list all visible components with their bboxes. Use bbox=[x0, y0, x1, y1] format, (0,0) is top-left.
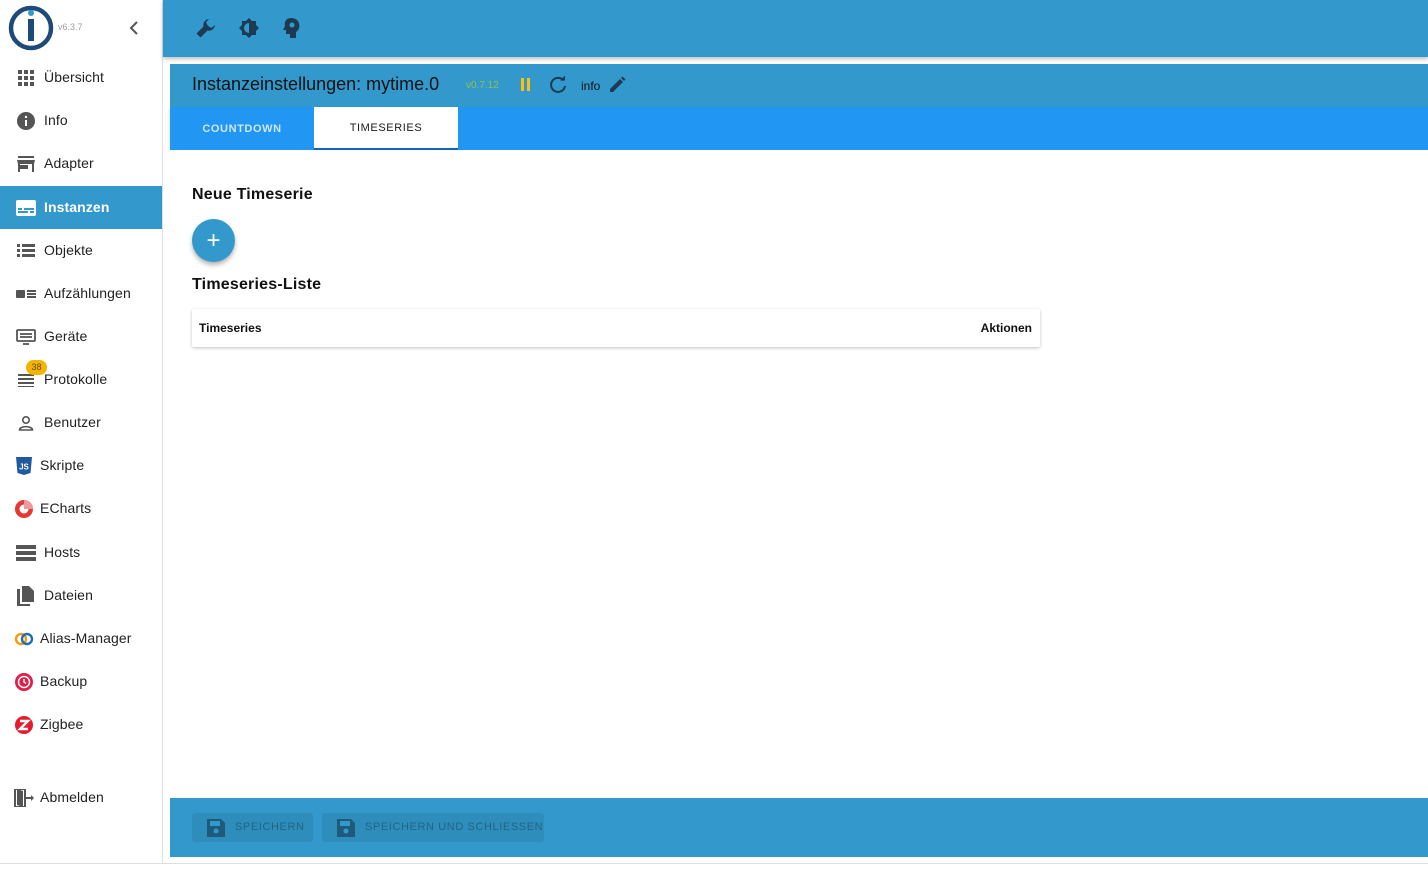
svg-text:JS: JS bbox=[19, 463, 29, 472]
pause-bar-left bbox=[521, 78, 524, 91]
tab-bar: COUNTDOWN TIMESERIES bbox=[170, 107, 1428, 150]
save-button[interactable]: SPEICHERN bbox=[192, 813, 313, 842]
save-and-close-button[interactable]: SPEICHERN UND SCHLIESSEN bbox=[322, 813, 544, 842]
sidebar-item-label: Backup bbox=[40, 673, 88, 689]
sidebar-item-backup[interactable]: Backup bbox=[0, 660, 162, 703]
enums-icon bbox=[15, 283, 37, 305]
save-and-close-label: SPEICHERN UND SCHLIESSEN bbox=[365, 821, 544, 833]
files-icon bbox=[15, 585, 37, 607]
sidebar-item-label: Übersicht bbox=[44, 69, 105, 85]
sidebar-item-echarts[interactable]: ECharts bbox=[0, 487, 162, 530]
sidebar-item-label: Info bbox=[44, 112, 68, 128]
javascript-icon: JS bbox=[13, 455, 35, 477]
column-header-aktionen: Aktionen bbox=[980, 321, 1032, 335]
sidebar-item-label: Objekte bbox=[44, 242, 93, 258]
chevron-left-icon bbox=[129, 21, 138, 35]
sidebar-item-skripte[interactable]: JS Skripte bbox=[0, 444, 162, 487]
main-content: Neue Timeserie + Timeseries-Liste Timese… bbox=[170, 150, 1428, 798]
theme-brightness-icon[interactable] bbox=[237, 16, 261, 40]
sidebar-item-zigbee[interactable]: Zigbee bbox=[0, 703, 162, 746]
sidebar-item-label: Skripte bbox=[40, 457, 85, 473]
log-level-label: info bbox=[581, 79, 601, 93]
sidebar-item-label: Benutzer bbox=[44, 414, 101, 430]
sidebar-item-label: Adapter bbox=[44, 155, 94, 171]
timeseries-table: Timeseries Aktionen bbox=[192, 309, 1040, 347]
tab-timeseries[interactable]: TIMESERIES bbox=[314, 107, 458, 150]
save-icon bbox=[207, 819, 225, 837]
sidebar-item-geraete[interactable]: Geräte bbox=[0, 315, 162, 358]
collapse-sidebar-button[interactable] bbox=[124, 16, 144, 40]
sidebar-item-label: Alias-Manager bbox=[40, 630, 132, 646]
footer-bar: SPEICHERN SPEICHERN UND SCHLIESSEN bbox=[170, 798, 1428, 857]
sidebar-item-dateien[interactable]: Dateien bbox=[0, 574, 162, 617]
tab-countdown[interactable]: COUNTDOWN bbox=[170, 107, 314, 150]
sidebar-header: v6.3.7 bbox=[0, 0, 162, 56]
wrench-icon[interactable] bbox=[194, 16, 218, 40]
sidebar-item-objekte[interactable]: Objekte bbox=[0, 229, 162, 272]
save-label: SPEICHERN bbox=[235, 821, 305, 833]
sidebar-item-alias-manager[interactable]: Alias-Manager bbox=[0, 617, 162, 660]
sidebar-item-label: Aufzählungen bbox=[44, 285, 131, 301]
sidebar-item-info[interactable]: Info bbox=[0, 99, 162, 142]
sidebar-item-label: Dateien bbox=[44, 587, 93, 603]
store-icon bbox=[15, 153, 37, 175]
sidebar-item-hosts[interactable]: Hosts bbox=[0, 531, 162, 574]
sidebar: v6.3.7 Übersicht Info Adapter Instanzen … bbox=[0, 0, 163, 863]
bottom-strip bbox=[0, 863, 1428, 873]
logout-button[interactable]: Abmelden bbox=[0, 776, 162, 819]
save-icon bbox=[337, 819, 355, 837]
apps-grid-icon bbox=[15, 67, 37, 89]
new-timeseries-heading: Neue Timeserie bbox=[192, 186, 313, 203]
plus-icon: + bbox=[206, 226, 221, 254]
list-icon bbox=[15, 240, 37, 262]
zigbee-icon bbox=[13, 714, 35, 736]
instance-header: Instanzeinstellungen: mytime.0 v0.7.12 i… bbox=[170, 64, 1428, 107]
sidebar-item-benutzer[interactable]: Benutzer bbox=[0, 401, 162, 444]
info-icon bbox=[15, 110, 37, 132]
page-title: Instanzeinstellungen: mytime.0 bbox=[192, 74, 440, 94]
backup-icon bbox=[13, 671, 35, 693]
sidebar-item-label: Zigbee bbox=[40, 716, 84, 732]
column-header-timeseries: Timeseries bbox=[199, 321, 262, 335]
sidebar-item-instanzen[interactable]: Instanzen bbox=[0, 186, 162, 229]
top-toolbar bbox=[163, 0, 1428, 57]
sidebar-item-uebersicht[interactable]: Übersicht bbox=[0, 56, 162, 99]
alias-icon bbox=[13, 628, 35, 650]
sidebar-item-label: Instanzen bbox=[44, 199, 110, 215]
pause-button[interactable] bbox=[519, 77, 533, 93]
pause-bar-right bbox=[527, 78, 530, 91]
logout-label: Abmelden bbox=[40, 789, 104, 805]
expert-mode-icon[interactable] bbox=[280, 16, 304, 40]
echarts-icon bbox=[13, 498, 35, 520]
devices-icon bbox=[15, 326, 37, 348]
add-timeseries-button[interactable]: + bbox=[192, 219, 235, 262]
refresh-icon[interactable] bbox=[548, 75, 568, 95]
sidebar-item-label: ECharts bbox=[40, 500, 92, 516]
hosts-icon bbox=[15, 542, 37, 564]
instances-icon bbox=[15, 197, 37, 219]
edit-pencil-icon[interactable] bbox=[608, 76, 626, 94]
iobroker-logo[interactable] bbox=[8, 5, 54, 51]
instance-version: v0.7.12 bbox=[466, 80, 499, 91]
sidebar-item-aufzaehlungen[interactable]: Aufzählungen bbox=[0, 272, 162, 315]
sidebar-item-label: Protokolle bbox=[44, 371, 108, 387]
timeseries-list-heading: Timeseries-Liste bbox=[192, 276, 322, 293]
sidebar-item-label: Hosts bbox=[44, 544, 81, 560]
sidebar-item-label: Geräte bbox=[44, 328, 88, 344]
user-icon bbox=[15, 412, 37, 434]
logout-icon bbox=[13, 787, 35, 809]
app-version: v6.3.7 bbox=[58, 22, 83, 32]
sidebar-item-protokolle[interactable]: 38 Protokolle bbox=[0, 358, 162, 401]
sidebar-item-adapter[interactable]: Adapter bbox=[0, 142, 162, 185]
